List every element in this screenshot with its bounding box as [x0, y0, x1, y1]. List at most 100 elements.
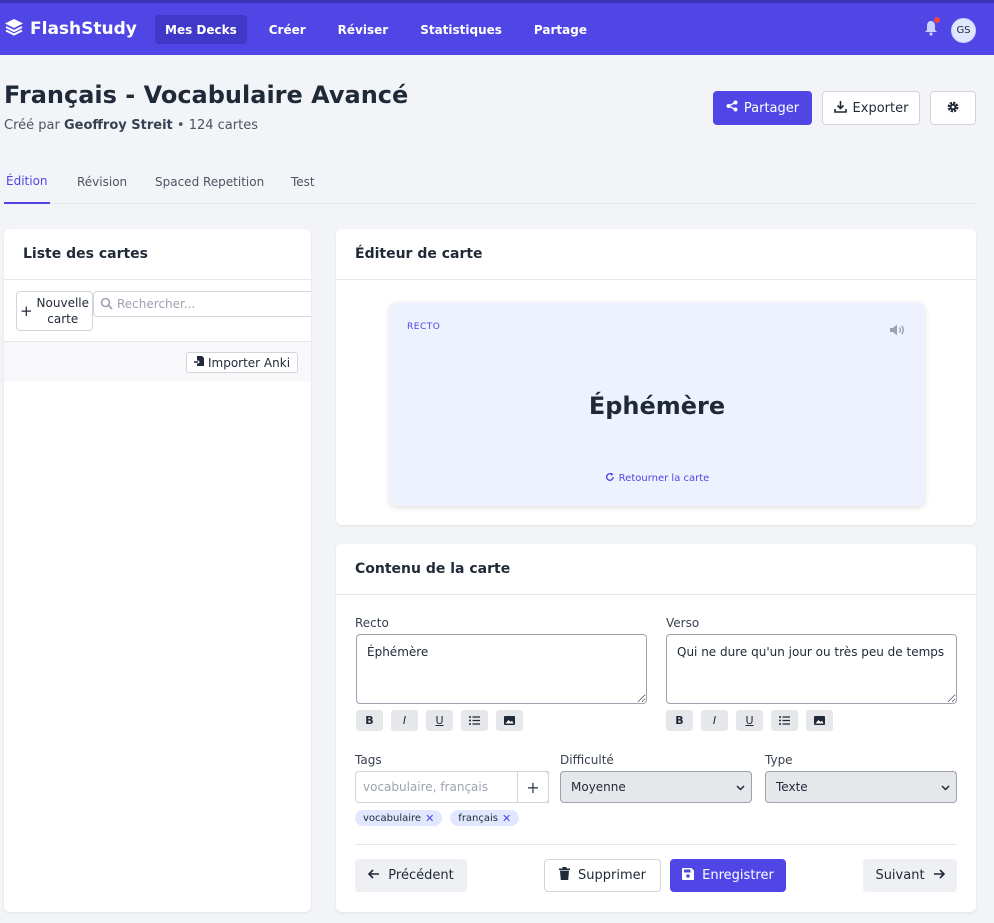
speaker-icon[interactable] — [889, 322, 907, 341]
bold-button[interactable]: B — [356, 710, 383, 731]
flashcard-preview[interactable]: RECTO Éphémère Retourner la carte — [389, 302, 925, 506]
export-button[interactable]: Exporter — [822, 91, 920, 125]
tab-test[interactable]: Test — [291, 160, 315, 204]
list-icon — [469, 716, 480, 725]
share-label: Partager — [743, 100, 800, 116]
deck-author[interactable]: Geoffroy Streit — [64, 118, 173, 133]
difficulty-label: Difficulté — [560, 753, 614, 767]
new-card-label: Nouvelle carte — [36, 296, 90, 326]
search-input[interactable] — [117, 297, 297, 311]
image-button[interactable] — [806, 710, 833, 731]
underline-button[interactable]: U — [736, 710, 763, 731]
share-button[interactable]: Partager — [713, 91, 812, 125]
import-anki-button[interactable]: Importer Anki — [186, 352, 298, 373]
arrow-right-icon — [933, 868, 945, 883]
image-icon — [504, 716, 515, 725]
chevron-down-icon — [736, 780, 745, 794]
verso-label: Verso — [666, 616, 700, 630]
nav-item-mes-decks[interactable]: Mes Decks — [155, 15, 247, 44]
chevron-down-icon — [941, 780, 950, 794]
delete-button[interactable]: Supprimer — [544, 859, 661, 892]
italic-button[interactable]: I — [701, 710, 728, 731]
download-icon — [833, 100, 847, 117]
list-icon — [779, 716, 790, 725]
created-by-prefix: Créé par — [4, 118, 60, 133]
tag-chip-label: vocabulaire — [363, 812, 422, 824]
previous-label: Précédent — [388, 868, 454, 883]
next-button[interactable]: Suivant — [863, 859, 957, 892]
app-logo[interactable]: FlashStudy — [4, 18, 137, 40]
card-content-title: Contenu de la carte — [336, 544, 976, 595]
tags-label: Tags — [355, 753, 382, 767]
app-name: FlashStudy — [30, 19, 137, 39]
remove-tag-icon[interactable]: ✕ — [425, 812, 434, 825]
avatar[interactable]: GS — [951, 18, 976, 43]
tag-chip: vocabulaire ✕ — [355, 810, 443, 826]
bell-icon[interactable] — [924, 20, 938, 40]
tag-chip: français ✕ — [450, 810, 520, 826]
new-card-button[interactable]: + Nouvelle carte — [16, 291, 93, 331]
arrow-left-icon — [368, 868, 380, 883]
card-search — [93, 291, 311, 317]
previous-button[interactable]: Précédent — [355, 859, 467, 892]
tab-edition[interactable]: Édition — [4, 160, 50, 204]
difficulty-select[interactable]: Moyenne — [560, 771, 752, 803]
bold-button[interactable]: B — [666, 710, 693, 731]
difficulty-value: Moyenne — [571, 780, 626, 794]
image-icon — [814, 716, 825, 725]
type-label: Type — [765, 753, 793, 767]
tab-spaced-repetition[interactable]: Spaced Repetition — [155, 160, 264, 204]
card-side-label: RECTO — [407, 322, 441, 332]
file-import-icon — [193, 355, 205, 370]
tag-chip-label: français — [458, 812, 499, 824]
italic-button[interactable]: I — [391, 710, 418, 731]
card-content-panel: Contenu de la carte Recto Éphémère B I U… — [336, 544, 976, 912]
list-button[interactable] — [461, 710, 488, 731]
recto-label: Recto — [355, 616, 389, 630]
save-button[interactable]: Enregistrer — [670, 859, 786, 892]
main-nav: Mes Decks Créer Réviser Statistiques Par… — [155, 15, 609, 44]
export-label: Exporter — [852, 100, 909, 116]
plus-icon: + — [19, 302, 33, 320]
settings-button[interactable] — [930, 91, 976, 125]
type-select[interactable]: Texte — [765, 771, 957, 803]
card-list-panel: Liste des cartes + Nouvelle carte Import… — [4, 229, 311, 912]
verso-format-toolbar: B I U — [666, 710, 833, 731]
recto-textarea[interactable]: Éphémère — [356, 634, 647, 704]
nav-item-creer[interactable]: Créer — [259, 15, 316, 44]
tag-chips: vocabulaire ✕ français ✕ — [355, 810, 520, 826]
underline-button[interactable]: U — [426, 710, 453, 731]
card-editor-panel: Éditeur de carte RECTO Éphémère Retourne… — [336, 229, 976, 525]
trash-icon — [559, 867, 571, 884]
layers-icon — [4, 18, 24, 40]
type-value: Texte — [776, 780, 808, 794]
nav-item-statistiques[interactable]: Statistiques — [410, 15, 512, 44]
flip-card-label: Retourner la carte — [618, 473, 710, 484]
card-list-title: Liste des cartes — [4, 229, 311, 280]
flip-card-link[interactable]: Retourner la carte — [389, 472, 925, 485]
deck-tabs: Édition Révision Spaced Repetition Test — [4, 160, 976, 204]
delete-label: Supprimer — [578, 868, 646, 883]
save-label: Enregistrer — [702, 868, 774, 883]
gear-icon — [946, 99, 960, 118]
add-tag-button[interactable]: + — [517, 771, 549, 803]
remove-tag-icon[interactable]: ✕ — [502, 812, 511, 825]
nav-item-reviser[interactable]: Réviser — [328, 15, 399, 44]
flashcard-word: Éphémère — [588, 392, 726, 420]
floppy-disk-icon — [682, 867, 695, 884]
image-button[interactable] — [496, 710, 523, 731]
notification-dot — [934, 17, 940, 23]
card-count: • 124 cartes — [176, 118, 258, 133]
verso-textarea[interactable]: Qui ne dure qu'un jour ou très peu de te… — [666, 634, 957, 704]
top-navbar: FlashStudy Mes Decks Créer Réviser Stati… — [0, 0, 994, 55]
import-anki-label: Importer Anki — [207, 355, 291, 370]
card-list-toolbar: Importer Anki — [4, 341, 311, 382]
list-button[interactable] — [771, 710, 798, 731]
search-icon — [100, 295, 113, 314]
next-label: Suivant — [875, 868, 925, 883]
page-title: Français - Vocabulaire Avancé — [4, 81, 409, 109]
tab-revision[interactable]: Révision — [77, 160, 127, 204]
nav-item-partage[interactable]: Partage — [524, 15, 597, 44]
form-divider — [355, 844, 957, 845]
deck-subtitle: Créé par Geoffroy Streit • 124 cartes — [4, 118, 258, 133]
